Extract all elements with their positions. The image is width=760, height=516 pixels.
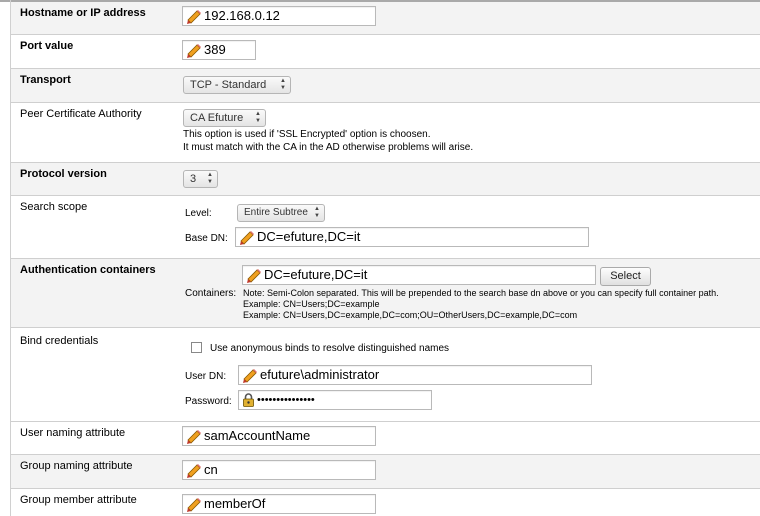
row-hostname: Hostname or IP address 192.168.0.12 <box>11 2 760 35</box>
row-search-scope: Search scope Level: Entire Subtree ▲ ▼ Ba… <box>11 196 760 259</box>
anonymous-binds-label: Use anonymous binds to resolve distingui… <box>210 343 450 354</box>
row-port: Port value 389 <box>11 35 760 69</box>
user-dn-label: User DN: <box>185 371 227 382</box>
base-dn-input[interactable]: DC=efuture,DC=it <box>235 227 589 247</box>
transport-select[interactable]: TCP - Standard ▲ ▼ <box>183 76 291 94</box>
transport-label: Transport <box>20 74 71 86</box>
port-value: 389 <box>204 42 226 57</box>
group-member-value: memberOf <box>204 496 266 511</box>
row-user-naming: User naming attribute samAccountName <box>11 422 760 455</box>
pencil-icon <box>240 231 254 245</box>
row-protocol: Protocol version 3 ▲ ▼ <box>11 163 760 196</box>
level-selected: Entire Subtree <box>244 207 308 218</box>
row-peer-ca: Peer Certificate Authority CA Efuture ▲ ▼… <box>11 103 760 163</box>
base-dn-label: Base DN: <box>185 233 228 244</box>
containers-note: Note: Semi-Colon separated. This will be… <box>243 288 719 298</box>
user-naming-label: User naming attribute <box>20 427 126 439</box>
pencil-icon <box>187 10 201 24</box>
group-naming-label: Group naming attribute <box>20 460 133 472</box>
peer-ca-help-1: This option is used if 'SSL Encrypted' o… <box>183 129 431 140</box>
updown-arrows-icon: ▲ ▼ <box>280 78 286 91</box>
pencil-icon <box>187 498 201 512</box>
transport-selected: TCP - Standard <box>190 79 267 91</box>
containers-example-1: Example: CN=Users;DC=example <box>243 299 380 309</box>
peer-ca-selected: CA Efuture <box>190 112 244 124</box>
row-auth-containers: Authentication containers DC=efuture,DC=… <box>11 259 760 328</box>
port-label: Port value <box>20 40 74 52</box>
row-group-member: Group member attribute memberOf <box>11 489 760 516</box>
protocol-selected: 3 <box>190 173 197 185</box>
search-scope-label: Search scope <box>20 201 88 213</box>
group-naming-input[interactable]: cn <box>182 460 376 480</box>
pencil-icon <box>187 44 201 58</box>
port-input[interactable]: 389 <box>182 40 256 60</box>
group-naming-value: cn <box>204 462 218 477</box>
protocol-select[interactable]: 3 ▲ ▼ <box>183 170 218 188</box>
hostname-label: Hostname or IP address <box>20 7 146 19</box>
peer-ca-select[interactable]: CA Efuture ▲ ▼ <box>183 109 266 127</box>
password-input[interactable]: ••••••••••••••• <box>238 390 432 410</box>
user-naming-value: samAccountName <box>204 428 311 443</box>
row-group-naming: Group naming attribute cn <box>11 455 760 489</box>
lock-icon <box>243 393 254 407</box>
pencil-icon <box>187 430 201 444</box>
auth-containers-value: DC=efuture,DC=it <box>264 267 368 282</box>
auth-containers-input[interactable]: DC=efuture,DC=it <box>242 265 596 285</box>
row-transport: Transport TCP - Standard ▲ ▼ <box>11 69 760 103</box>
row-bind-credentials: Bind credentials Use anonymous binds to … <box>11 328 760 422</box>
group-member-input[interactable]: memberOf <box>182 494 376 514</box>
peer-ca-label: Peer Certificate Authority <box>20 108 142 120</box>
updown-arrows-icon: ▲ ▼ <box>314 206 320 219</box>
updown-arrows-icon: ▲ ▼ <box>207 172 213 185</box>
select-button[interactable]: Select <box>600 267 651 286</box>
user-naming-input[interactable]: samAccountName <box>182 426 376 446</box>
pencil-icon <box>243 369 257 383</box>
password-value: ••••••••••••••• <box>257 394 315 406</box>
containers-label: Containers: <box>185 288 237 299</box>
containers-example-2: Example: CN=Users,DC=example,DC=com;OU=O… <box>243 310 578 320</box>
pencil-icon <box>247 269 261 283</box>
level-label: Level: <box>185 208 212 219</box>
password-label: Password: <box>185 396 232 407</box>
anonymous-binds-checkbox[interactable] <box>191 342 202 353</box>
user-dn-input[interactable]: efuture\administrator <box>238 365 592 385</box>
base-dn-value: DC=efuture,DC=it <box>257 229 361 244</box>
user-dn-value: efuture\administrator <box>260 367 380 382</box>
peer-ca-help-2: It must match with the CA in the AD othe… <box>183 142 474 153</box>
level-select[interactable]: Entire Subtree ▲ ▼ <box>237 204 325 222</box>
bind-credentials-label: Bind credentials <box>20 335 99 347</box>
hostname-value: 192.168.0.12 <box>204 8 280 23</box>
auth-containers-label: Authentication containers <box>20 264 156 276</box>
group-member-label: Group member attribute <box>20 494 137 506</box>
hostname-input[interactable]: 192.168.0.12 <box>182 6 376 26</box>
updown-arrows-icon: ▲ ▼ <box>255 111 261 124</box>
pencil-icon <box>187 464 201 478</box>
protocol-label: Protocol version <box>20 168 107 180</box>
